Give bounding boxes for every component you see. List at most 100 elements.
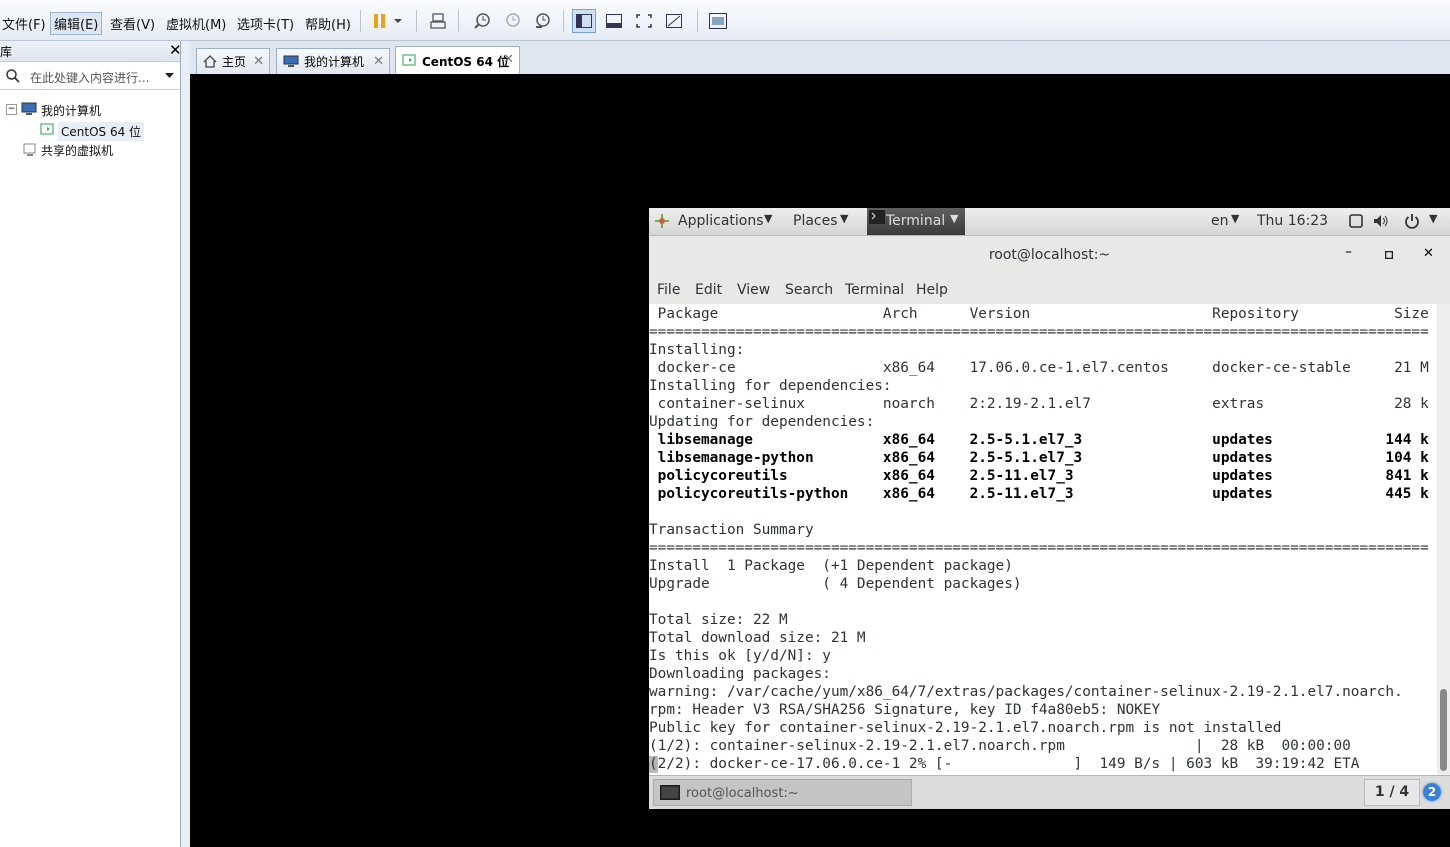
library-panel: 库 ✕ 在此处键入内容进行... − 我的计算机 CentOS 64 位 共享的… (0, 41, 182, 847)
vm-icon (402, 54, 416, 66)
applications-menu[interactable]: Applications (678, 213, 764, 229)
terminal-output[interactable]: Package Arch Version Repository Size ===… (649, 304, 1437, 775)
close-icon[interactable]: ✕ (503, 52, 514, 67)
terminal-menu-help[interactable]: Help (916, 282, 948, 298)
notification-badge[interactable]: 2 (1421, 781, 1443, 803)
language-indicator[interactable]: en (1211, 213, 1229, 229)
window-list-label: root@localhost:~ (686, 786, 799, 801)
terminal-line: Transaction Summary (649, 522, 814, 538)
terminal-line: docker-ce x86_64 17.06.0.ce-1.el7.centos… (649, 360, 1429, 376)
terminal-icon (869, 210, 885, 224)
window-list-item[interactable]: root@localhost:~ (653, 779, 912, 806)
workspace-indicator[interactable]: 1 / 4 (1364, 779, 1420, 806)
volume-icon[interactable] (1373, 214, 1389, 228)
library-view-icon[interactable] (572, 9, 596, 33)
terminal-line: Public key for container-selinux-2.19-2.… (649, 720, 1282, 736)
terminal-scrollbar[interactable] (1437, 304, 1450, 775)
terminal-line: libsemanage x86_64 2.5-5.1.el7_3 updates… (649, 432, 1429, 448)
library-title: 库 (0, 45, 13, 59)
menu-file[interactable]: 文件(F) (2, 14, 46, 33)
tab-strip: 主页 ✕ 我的计算机 ✕ CentOS 64 位 ✕ (190, 41, 1450, 75)
chevron-down-icon: ▼ (950, 212, 959, 225)
chevron-down-icon[interactable] (390, 9, 406, 33)
terminal-menu-edit[interactable]: Edit (695, 282, 722, 298)
terminal-menu-file[interactable]: File (657, 282, 680, 298)
terminal-line: Install 1 Package (+1 Dependent package) (649, 558, 1013, 574)
search-input[interactable]: 在此处键入内容进行... (30, 69, 149, 86)
snapshot-manager-icon[interactable] (530, 9, 554, 33)
terminal-menu-search[interactable]: Search (785, 282, 833, 298)
terminal-line: Upgrade ( 4 Dependent packages) (649, 576, 1022, 592)
terminal-line: policycoreutils x86_64 2.5-11.el7_3 upda… (649, 468, 1429, 484)
terminal-menubar: File Edit View Search Terminal Help (649, 276, 1450, 305)
terminal-menu-terminal[interactable]: Terminal (845, 282, 904, 298)
terminal-icon (660, 785, 680, 800)
tab-home[interactable]: 主页 ✕ (196, 48, 270, 74)
home-icon (203, 55, 217, 68)
menu-bar: 文件(F) 编辑(E) 查看(V) 虚拟机(M) 选项卡(T) 帮助(H) (0, 0, 1450, 41)
collapse-toggle[interactable]: − (6, 104, 17, 115)
terminal-titlebar[interactable]: root@localhost:~ – ✕ (649, 236, 1450, 276)
terminal-line: warning: /var/cache/yum/x86_64/7/extras/… (649, 684, 1403, 700)
revert-snapshot-icon[interactable] (500, 9, 524, 33)
chevron-down-icon[interactable] (165, 73, 174, 79)
unity-icon[interactable] (662, 9, 686, 33)
fullscreen-icon[interactable] (632, 9, 656, 33)
menu-view[interactable]: 查看(V) (110, 14, 155, 33)
places-menu[interactable]: Places (793, 213, 838, 229)
menu-help[interactable]: 帮助(H) (305, 14, 351, 33)
menu-vm[interactable]: 虚拟机(M) (166, 14, 226, 33)
terminal-window: root@localhost:~ – ✕ File Edit View Sear… (649, 236, 1450, 775)
terminal-line: libsemanage-python x86_64 2.5-5.1.el7_3 … (649, 450, 1429, 466)
search-icon (6, 69, 20, 83)
tab-label: 主页 (222, 55, 247, 69)
terminal-title: root@localhost:~ (988, 247, 1111, 263)
chevron-down-icon[interactable]: ▼ (1429, 212, 1437, 225)
chevron-down-icon: ▼ (1231, 212, 1240, 225)
terminal-menu-view[interactable]: View (737, 282, 770, 298)
close-icon[interactable]: ✕ (1423, 246, 1434, 261)
terminal-line: Package Arch Version Repository Size (649, 306, 1429, 322)
tree-item-shared[interactable]: 共享的虚拟机 (41, 142, 113, 159)
menu-edit[interactable]: 编辑(E) (50, 12, 103, 35)
snapshot-icon[interactable] (470, 9, 494, 33)
terminal-line: ========================================… (649, 324, 1429, 340)
gnome-window-list: root@localhost:~ 1 / 4 2 (649, 775, 1450, 809)
chevron-down-icon: ▼ (840, 212, 849, 225)
terminal-line: Total download size: 21 M (649, 630, 866, 646)
console-view-icon[interactable] (602, 9, 626, 33)
terminal-line: Is this ok [y/d/N]: y (649, 648, 831, 664)
vm-icon (40, 123, 54, 135)
applications-icon (655, 214, 669, 228)
terminal-line: Updating for dependencies: (649, 414, 875, 430)
power-icon[interactable] (1404, 213, 1420, 229)
tab-my-computer[interactable]: 我的计算机 ✕ (276, 48, 390, 74)
pause-icon[interactable] (368, 9, 392, 33)
close-icon[interactable]: ✕ (169, 41, 182, 59)
minimize-icon[interactable]: – (1345, 244, 1352, 260)
terminal-line: Installing for dependencies: (649, 378, 892, 394)
menu-tabs[interactable]: 选项卡(T) (237, 14, 294, 33)
send-keys-icon[interactable] (426, 9, 450, 33)
terminal-line: Downloading packages: (649, 666, 831, 682)
tab-centos[interactable]: CentOS 64 位 ✕ (395, 46, 520, 75)
maximize-icon[interactable] (1385, 251, 1393, 259)
tree-item-centos[interactable]: CentOS 64 位 (58, 122, 145, 141)
tab-label: CentOS 64 位 (422, 54, 510, 69)
library-search[interactable]: 在此处键入内容进行... (0, 63, 180, 90)
tree-item-my-computer[interactable]: 我的计算机 (41, 102, 101, 119)
terminal-app-button[interactable]: Terminal ▼ (867, 208, 965, 235)
clock[interactable]: Thu 16:23 (1257, 213, 1328, 229)
screen-icon[interactable] (1349, 214, 1363, 228)
computer-icon (283, 55, 299, 67)
terminal-line: Total size: 22 M (649, 612, 788, 628)
close-icon[interactable]: ✕ (373, 54, 384, 69)
scrollbar-thumb[interactable] (1440, 689, 1447, 771)
terminal-line: container-selinux noarch 2:2.19-2.1.el7 … (649, 396, 1429, 412)
terminal-line: Installing: (649, 342, 745, 358)
close-icon[interactable]: ✕ (253, 54, 264, 69)
terminal-line: (1/2): container-selinux-2.19-2.1.el7.no… (649, 738, 1351, 754)
thumbnail-view-icon[interactable] (706, 9, 730, 33)
gnome-top-bar: Applications ▼ Places ▼ Terminal ▼ en ▼ … (649, 208, 1450, 236)
computer-icon (21, 102, 37, 115)
